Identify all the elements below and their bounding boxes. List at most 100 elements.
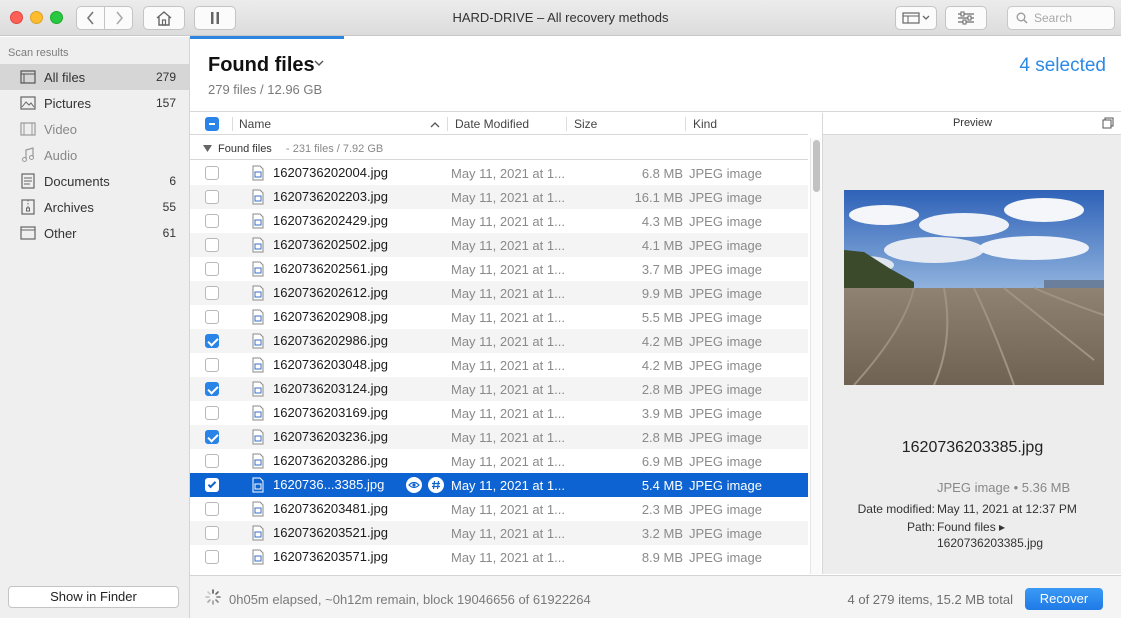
row-checkbox[interactable]: [205, 406, 219, 420]
minimize-window-button[interactable]: [30, 11, 43, 24]
image-file-icon: [252, 357, 264, 373]
sort-ascending-icon[interactable]: [430, 121, 440, 128]
row-checkbox[interactable]: [205, 310, 219, 324]
table-row[interactable]: 1620736203286.jpg May 11, 2021 at 1... 6.9…: [190, 449, 808, 473]
chevron-right-icon: [115, 11, 123, 25]
preview-image[interactable]: [844, 190, 1104, 385]
sidebar-item-count: 55: [162, 200, 176, 214]
row-checkbox[interactable]: [205, 166, 219, 180]
copy-icon[interactable]: [1102, 117, 1114, 129]
image-file-icon: [252, 429, 264, 445]
table-row[interactable]: 1620736203521.jpg May 11, 2021 at 1... 3.2…: [190, 521, 808, 545]
row-checkbox[interactable]: [205, 334, 219, 348]
content-header: Found files 279 files / 12.96 GB 4 selec…: [190, 39, 1121, 112]
select-all-checkbox[interactable]: [205, 117, 219, 131]
table-row[interactable]: 1620736...3385.jpg May 11, 2021 at 1... 5.…: [190, 473, 808, 497]
preview-type-size: JPEG image • 5.36 MB: [937, 480, 1071, 495]
row-checkbox[interactable]: [205, 478, 219, 492]
table-row[interactable]: 1620736202502.jpg May 11, 2021 at 1... 4.1…: [190, 233, 808, 257]
sidebar-item-all-files[interactable]: All files 279: [0, 64, 189, 90]
pause-icon: [211, 12, 219, 24]
view-options-button[interactable]: [895, 6, 937, 30]
row-checkbox[interactable]: [205, 550, 219, 564]
column-header-kind[interactable]: Kind: [693, 117, 717, 131]
file-size: 8.9 MB: [641, 550, 683, 565]
file-name: 1620736202429.jpg: [273, 213, 388, 228]
file-size: 4.2 MB: [641, 334, 683, 349]
scroll-thumb[interactable]: [813, 140, 820, 192]
file-name: 1620736202561.jpg: [273, 261, 388, 276]
sidebar-item-count: 6: [169, 174, 176, 188]
back-button[interactable]: [76, 6, 105, 30]
sidebar-item-pictures[interactable]: Pictures 157: [0, 90, 189, 116]
zoom-window-button[interactable]: [50, 11, 63, 24]
column-header-date[interactable]: Date Modified: [455, 117, 529, 131]
row-checkbox[interactable]: [205, 382, 219, 396]
hash-icon[interactable]: [428, 477, 444, 493]
sliders-icon: [958, 11, 974, 25]
preview-eye-icon[interactable]: [406, 477, 422, 493]
table-row[interactable]: 1620736202612.jpg May 11, 2021 at 1... 9.9…: [190, 281, 808, 305]
column-header-size[interactable]: Size: [574, 117, 597, 131]
scan-progress-text: 0h05m elapsed, ~0h12m remain, block 1904…: [229, 592, 591, 607]
path-value[interactable]: Found files ▸ 1620736203385.jpg: [937, 519, 1097, 551]
table-row[interactable]: 1620736203048.jpg May 11, 2021 at 1... 4.2…: [190, 353, 808, 377]
table-row[interactable]: 1620736203481.jpg May 11, 2021 at 1... 2.3…: [190, 497, 808, 521]
group-row[interactable]: Found files - 231 files / 7.92 GB: [190, 138, 808, 160]
file-kind: JPEG image: [689, 238, 762, 253]
file-kind: JPEG image: [689, 550, 762, 565]
column-header-name[interactable]: Name: [239, 117, 271, 131]
file-kind: JPEG image: [689, 334, 762, 349]
table-row[interactable]: 1620736202986.jpg May 11, 2021 at 1... 4.2…: [190, 329, 808, 353]
table-row[interactable]: 1620736203124.jpg May 11, 2021 at 1... 2.8…: [190, 377, 808, 401]
row-checkbox[interactable]: [205, 286, 219, 300]
home-button[interactable]: [143, 6, 185, 30]
sidebar-item-video[interactable]: Video: [0, 116, 189, 142]
page-title[interactable]: Found files: [208, 54, 315, 77]
row-checkbox[interactable]: [205, 502, 219, 516]
row-checkbox[interactable]: [205, 262, 219, 276]
sidebar-item-documents[interactable]: Documents 6: [0, 168, 189, 194]
show-in-finder-button[interactable]: Show in Finder: [8, 586, 179, 608]
table-row[interactable]: 1620736203571.jpg May 11, 2021 at 1... 8.9…: [190, 545, 808, 569]
sidebar-item-audio[interactable]: Audio: [0, 142, 189, 168]
all-files-icon: [20, 69, 36, 85]
selected-count: 4 selected: [1019, 55, 1106, 76]
search-field[interactable]: Search: [1007, 6, 1115, 30]
table-row[interactable]: 1620736202203.jpg May 11, 2021 at 1... 16.…: [190, 185, 808, 209]
table-row[interactable]: 1620736202561.jpg May 11, 2021 at 1... 3.7…: [190, 257, 808, 281]
row-checkbox[interactable]: [205, 190, 219, 204]
file-date: May 11, 2021 at 1...: [451, 310, 565, 325]
chevron-down-icon[interactable]: [314, 59, 324, 67]
file-name: 1620736203048.jpg: [273, 357, 388, 372]
row-checkbox[interactable]: [205, 238, 219, 252]
row-checkbox[interactable]: [205, 358, 219, 372]
disclosure-triangle-icon[interactable]: [203, 145, 212, 152]
sidebar-item-label: Documents: [44, 173, 110, 189]
file-kind: JPEG image: [689, 286, 762, 301]
row-checkbox[interactable]: [205, 454, 219, 468]
file-name: 1620736203571.jpg: [273, 549, 388, 564]
table-row[interactable]: 1620736203236.jpg May 11, 2021 at 1... 2.8…: [190, 425, 808, 449]
file-date: May 11, 2021 at 1...: [451, 238, 565, 253]
column-divider: [232, 117, 233, 131]
table-row[interactable]: 1620736202004.jpg May 11, 2021 at 1... 6.8…: [190, 161, 808, 185]
row-checkbox[interactable]: [205, 214, 219, 228]
sidebar-item-other[interactable]: Other 61: [0, 220, 189, 246]
row-checkbox[interactable]: [205, 430, 219, 444]
file-name: 1620736203236.jpg: [273, 429, 388, 444]
file-kind: JPEG image: [689, 406, 762, 421]
table-row[interactable]: 1620736203169.jpg May 11, 2021 at 1... 3.9…: [190, 401, 808, 425]
home-icon: [156, 11, 172, 26]
pause-button[interactable]: [194, 6, 236, 30]
file-date: May 11, 2021 at 1...: [451, 502, 565, 517]
recover-button[interactable]: Recover: [1025, 588, 1103, 610]
forward-button[interactable]: [104, 6, 133, 30]
row-checkbox[interactable]: [205, 526, 219, 540]
close-window-button[interactable]: [10, 11, 23, 24]
vertical-scrollbar[interactable]: [810, 138, 821, 574]
sidebar-item-archives[interactable]: Archives 55: [0, 194, 189, 220]
filter-settings-button[interactable]: [945, 6, 987, 30]
table-row[interactable]: 1620736202429.jpg May 11, 2021 at 1... 4.3…: [190, 209, 808, 233]
table-row[interactable]: 1620736202908.jpg May 11, 2021 at 1... 5.5…: [190, 305, 808, 329]
